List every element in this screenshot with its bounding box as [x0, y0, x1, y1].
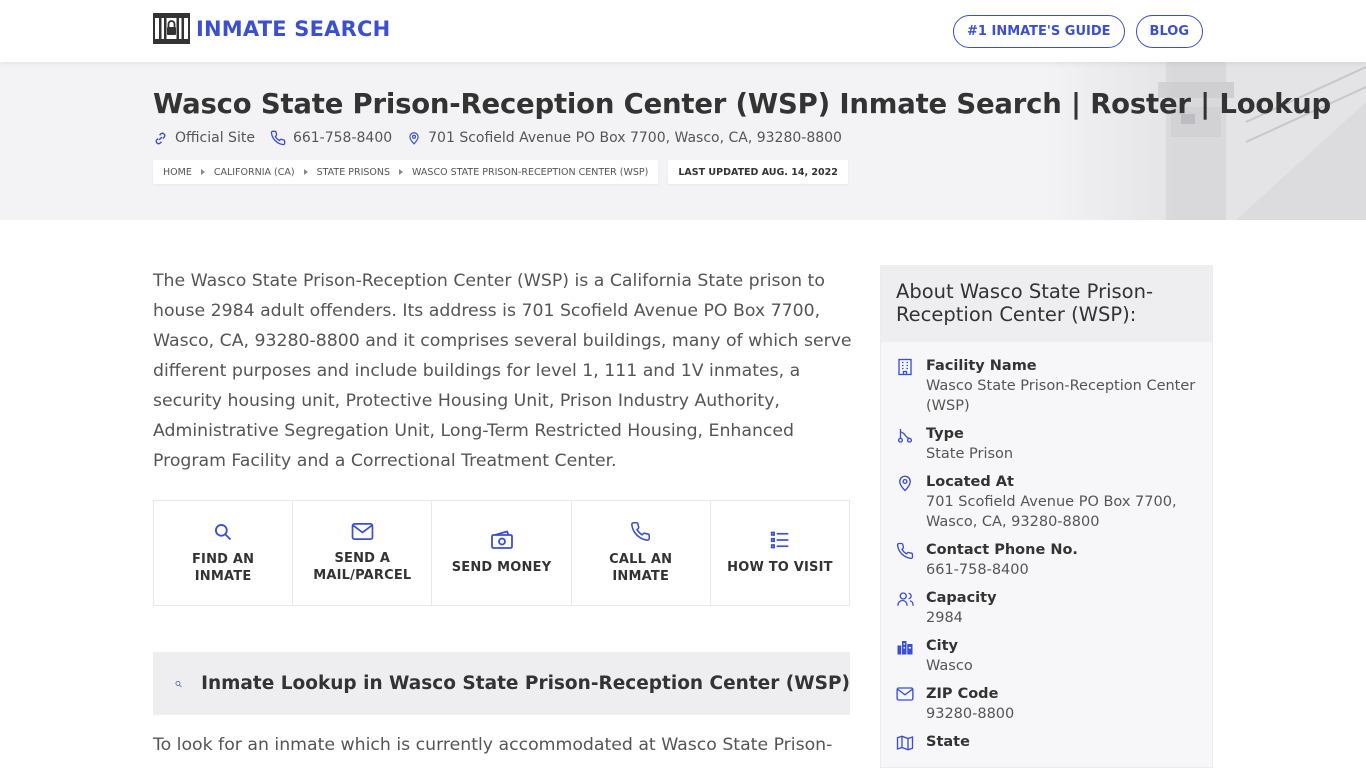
official-site-text: Official Site	[175, 130, 255, 146]
breadcrumb-state[interactable]: CALIFORNIA (CA)	[214, 167, 295, 178]
action-label: SEND MONEY	[451, 560, 552, 575]
mail-icon	[351, 523, 374, 540]
breadcrumb: HOME CALIFORNIA (CA) STATE PRISONS WASCO…	[153, 160, 848, 184]
about-facility-title: About Wasco State Prison-Reception Cente…	[881, 266, 1212, 342]
inmate-lookup-header[interactable]: Inmate Lookup in Wasco State Prison-Rece…	[153, 652, 850, 715]
fact-facility-name: Facility Name Wasco State Prison-Recepti…	[896, 356, 1212, 416]
intro-paragraph: The Wasco State Prison-Reception Center …	[153, 271, 852, 471]
fact-label: Contact Phone No.	[926, 542, 1078, 558]
city-icon	[897, 641, 913, 655]
money-icon	[490, 530, 513, 549]
fact-contact-phone: Contact Phone No. 661-758-8400	[896, 540, 1212, 580]
site-logo[interactable]: INMATE SEARCH	[153, 13, 390, 44]
fact-value[interactable]: 661-758-8400	[926, 560, 1196, 580]
prison-tower-illustration	[1046, 62, 1366, 220]
route-icon	[897, 429, 913, 443]
phone-link[interactable]: 661-758-8400	[270, 130, 392, 146]
official-site-link[interactable]: Official Site	[153, 130, 255, 146]
fact-zip-code: ZIP Code 93280-8800	[896, 684, 1212, 724]
fact-label: Capacity	[926, 590, 997, 606]
map-pin-icon	[409, 132, 419, 145]
phone-icon	[896, 542, 914, 560]
hero-banner: Wasco State Prison-Reception Center (WSP…	[0, 62, 1366, 220]
call-inmate-button[interactable]: CALL AN INMATE	[572, 501, 711, 605]
mail-icon	[896, 687, 914, 701]
search-icon	[215, 523, 232, 540]
top-nav: #1 INMATE'S GUIDE BLOG	[953, 15, 1203, 48]
link-icon	[155, 132, 166, 144]
breadcrumb-category[interactable]: STATE PRISONS	[317, 167, 390, 178]
fact-value: Wasco State Prison-Reception Center (WSP…	[926, 378, 1196, 414]
facility-meta: Official Site 661-758-8400 701 Scofield …	[153, 130, 857, 146]
page-title: Wasco State Prison-Reception Center (WSP…	[153, 88, 1332, 120]
fact-label: State	[926, 734, 970, 750]
fact-label: Facility Name	[926, 358, 1037, 374]
breadcrumb-facility[interactable]: WASCO STATE PRISON-RECEPTION CENTER (WSP…	[412, 167, 648, 178]
address-item: 701 Scofield Avenue PO Box 7700, Wasco, …	[407, 130, 842, 146]
map-pin-icon	[899, 475, 911, 492]
fact-label: ZIP Code	[926, 686, 999, 702]
fact-value: 93280-8800	[926, 706, 1015, 722]
phone-icon	[631, 521, 651, 541]
fact-value: Wasco	[926, 658, 973, 674]
building-icon	[898, 358, 912, 376]
breadcrumb-separator	[303, 169, 308, 175]
fact-value: 701 Scofield Avenue PO Box 7700, Wasco, …	[926, 494, 1177, 530]
last-updated-badge: LAST UPDATED AUG. 14, 2022	[668, 160, 848, 184]
how-to-visit-button[interactable]: HOW TO VISIT	[711, 501, 849, 605]
breadcrumb-list: HOME CALIFORNIA (CA) STATE PRISONS WASCO…	[153, 160, 659, 184]
prison-lock-icon	[153, 13, 190, 44]
breadcrumb-separator	[200, 169, 205, 175]
search-icon	[175, 680, 182, 687]
about-facility-panel: About Wasco State Prison-Reception Cente…	[880, 265, 1213, 768]
inmates-guide-button[interactable]: #1 INMATE'S GUIDE	[953, 15, 1125, 48]
fact-value: 2984	[926, 610, 963, 626]
lookup-paragraph: To look for an inmate which is currently…	[153, 735, 833, 755]
address-text: 701 Scofield Avenue PO Box 7700, Wasco, …	[428, 130, 842, 146]
breadcrumb-home[interactable]: HOME	[163, 167, 192, 178]
users-icon	[897, 592, 914, 606]
fact-label: Located At	[926, 474, 1014, 490]
blog-button[interactable]: BLOG	[1135, 15, 1203, 48]
phone-text: 661-758-8400	[292, 130, 393, 146]
breadcrumb-separator	[399, 169, 404, 175]
fact-located-at: Located At 701 Scofield Avenue PO Box 77…	[896, 472, 1212, 532]
lookup-title: Inmate Lookup in Wasco State Prison-Rece…	[201, 673, 850, 694]
fact-value: State Prison	[926, 446, 1014, 462]
find-inmate-button[interactable]: FIND AN INMATE	[154, 501, 294, 605]
fact-capacity: Capacity 2984	[896, 588, 1212, 628]
action-label: HOW TO VISIT	[727, 560, 833, 575]
action-label: SEND A MAIL/PARCEL	[313, 551, 412, 583]
send-mail-button[interactable]: SEND A MAIL/PARCEL	[293, 501, 433, 605]
map-icon	[896, 735, 914, 751]
facility-facts: Facility Name Wasco State Prison-Recepti…	[881, 342, 1212, 756]
send-money-button[interactable]: SEND MONEY	[432, 501, 572, 605]
action-grid: FIND AN INMATE SEND A MAIL/PARCEL SEND M…	[153, 500, 850, 606]
top-navbar: INMATE SEARCH #1 INMATE'S GUIDE BLOG	[0, 0, 1366, 62]
action-label: CALL AN INMATE	[609, 552, 673, 584]
fact-label: City	[926, 638, 958, 654]
action-label: FIND AN INMATE	[191, 551, 255, 584]
logo-text: INMATE SEARCH	[196, 16, 391, 41]
fact-city: City Wasco	[896, 636, 1212, 676]
list-icon	[770, 531, 789, 549]
fact-label: Type	[926, 426, 964, 442]
fact-state: State	[896, 732, 1212, 756]
fact-type: Type State Prison	[896, 424, 1212, 464]
phone-icon	[270, 130, 286, 146]
